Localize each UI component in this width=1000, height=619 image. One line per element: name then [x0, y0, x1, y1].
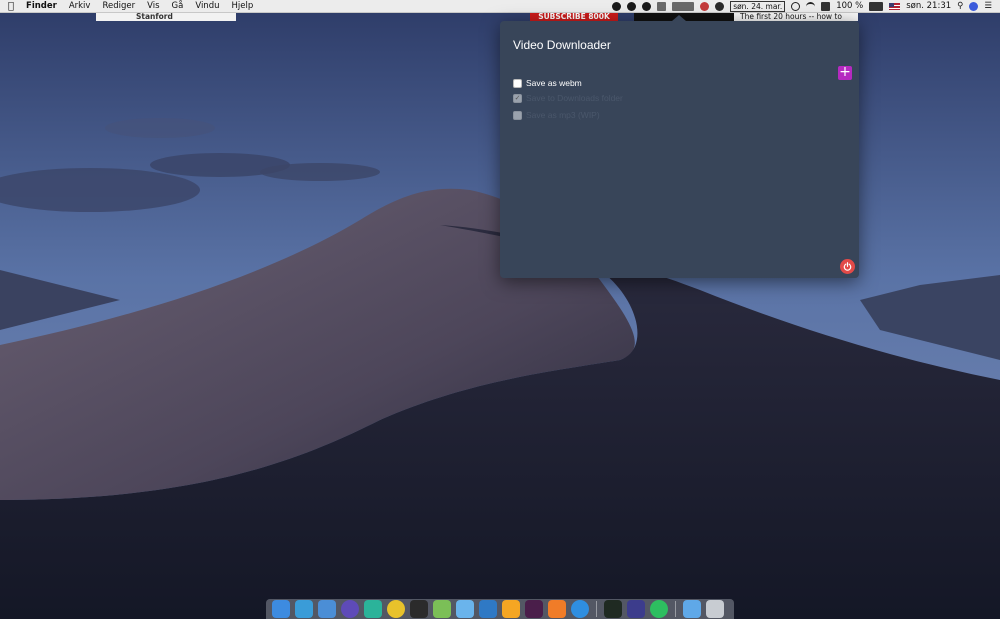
menu-bar:  Finder Arkiv Rediger Vis Gå Vindu Hjel…: [0, 0, 1000, 13]
battery-icon[interactable]: [869, 1, 884, 11]
save-as-webm-label: Save as webm: [526, 78, 582, 88]
dock-xcode-icon[interactable]: [295, 600, 313, 618]
apple-logo-icon[interactable]: : [8, 0, 14, 13]
popover-title: Video Downloader: [513, 38, 611, 52]
siri-icon[interactable]: [969, 1, 979, 11]
background-window-strip-left: Stanford: [96, 13, 236, 21]
battery-percent: 100 %: [836, 0, 864, 11]
status-h-icon[interactable]: [657, 1, 667, 11]
status-app-icon[interactable]: [612, 1, 622, 11]
dock-chrome-icon[interactable]: [387, 600, 405, 618]
dock-terminal-icon[interactable]: [410, 600, 428, 618]
menu-hjelp[interactable]: Hjelp: [231, 0, 253, 13]
video-downloader-status-icon[interactable]: [700, 1, 710, 11]
popover-arrow: [672, 15, 686, 21]
dock: [266, 599, 734, 619]
menu-vindu[interactable]: Vindu: [195, 0, 219, 13]
dock-focus-icon[interactable]: [341, 600, 359, 618]
save-to-downloads-option: ✓ Save to Downloads folder: [513, 93, 623, 103]
subscribe-button: SUBSCRIBE 800K: [530, 13, 618, 21]
dock-sublime-icon[interactable]: [548, 600, 566, 618]
power-icon: [843, 262, 852, 271]
dock-sketch-icon[interactable]: [502, 600, 520, 618]
notification-center-icon[interactable]: ☰: [984, 0, 992, 13]
save-as-mp3-option: Save as mp3 (WIP): [513, 110, 600, 120]
airplay-icon[interactable]: [821, 1, 831, 11]
plus-icon: +: [839, 64, 851, 80]
dock-evernote-icon[interactable]: [650, 600, 668, 618]
menu-app-name[interactable]: Finder: [26, 0, 57, 13]
dock-separator: [675, 601, 676, 617]
menu-vis[interactable]: Vis: [147, 0, 159, 13]
save-to-downloads-label: Save to Downloads folder: [526, 93, 623, 103]
add-button[interactable]: +: [838, 64, 852, 80]
status-g-icon[interactable]: [715, 1, 725, 11]
status-code-icon[interactable]: [672, 1, 695, 11]
save-as-webm-option[interactable]: Save as webm: [513, 78, 582, 88]
status-area: søn. 24. mar. 100 % søn. 21:31 ⚲ ☰: [612, 0, 992, 13]
background-video-title: The first 20 hours -- how to: [734, 13, 858, 21]
dock-android-studio-icon[interactable]: [433, 600, 451, 618]
menu-arkiv[interactable]: Arkiv: [69, 0, 91, 13]
save-as-mp3-label: Save as mp3 (WIP): [526, 110, 600, 120]
power-button[interactable]: [840, 259, 855, 274]
dock-finder-icon[interactable]: [272, 600, 290, 618]
status-circle-icon[interactable]: [642, 1, 652, 11]
dock-slack-icon[interactable]: [525, 600, 543, 618]
input-source-flag-icon[interactable]: [889, 2, 901, 10]
dock-safari-icon[interactable]: [571, 600, 589, 618]
save-to-downloads-checkbox: ✓: [513, 93, 522, 103]
dock-activity-monitor-icon[interactable]: [604, 600, 622, 618]
dock-downloads-icon[interactable]: [683, 600, 701, 618]
dock-xcode-beta-icon[interactable]: [318, 600, 336, 618]
status-bolt-icon[interactable]: [627, 1, 637, 11]
dock-trash-icon[interactable]: [706, 600, 724, 618]
dock-vscode-icon[interactable]: [479, 600, 497, 618]
spotlight-search-icon[interactable]: ⚲: [957, 0, 963, 13]
menu-rediger[interactable]: Rediger: [102, 0, 135, 13]
dock-prompt-icon[interactable]: [364, 600, 382, 618]
save-as-mp3-checkbox: [513, 110, 522, 120]
video-downloader-popover: Video Downloader Save as webm ✓ Save to …: [500, 15, 859, 278]
clock[interactable]: søn. 21:31: [906, 0, 951, 13]
dock-folder-icon[interactable]: [456, 600, 474, 618]
date-box[interactable]: søn. 24. mar.: [730, 0, 786, 12]
menu-ga[interactable]: Gå: [172, 0, 184, 13]
save-as-webm-checkbox[interactable]: [513, 78, 522, 88]
dock-separator: [596, 601, 597, 617]
dock-reeder-icon[interactable]: [627, 600, 645, 618]
wifi-icon[interactable]: [806, 1, 816, 11]
status-glasses-icon[interactable]: [791, 1, 801, 11]
